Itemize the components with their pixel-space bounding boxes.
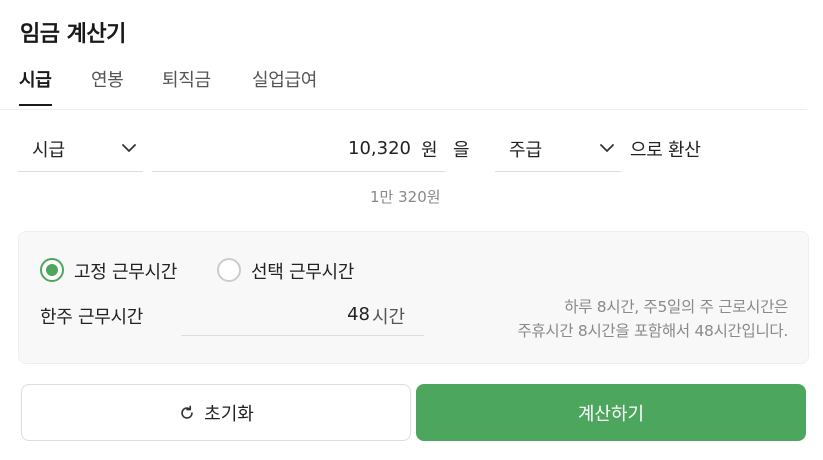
tab-annual-salary[interactable]: 연봉 <box>91 66 124 104</box>
calculate-label: 계산하기 <box>577 403 645 425</box>
fixed-hours-radio[interactable]: 고정 근무시간 <box>40 256 220 284</box>
hours-unit: 시간 <box>372 307 406 328</box>
to-unit-value: 주급 <box>509 140 543 161</box>
chevron-down-icon <box>600 144 614 152</box>
work-hours-panel: 고정 근무시간 선택 근무시간 한주 근무시간 시간 하루 8시간, 주5일의 … <box>18 231 809 364</box>
conversion-row: 시급 원 을 주급 으로 환산 <box>0 124 823 174</box>
radio-label: 고정 근무시간 <box>74 262 177 283</box>
weekly-hours-label: 한주 근무시간 <box>40 307 143 328</box>
tab-hourly[interactable]: 시급 <box>19 66 52 106</box>
refresh-icon <box>181 405 193 419</box>
amount-input[interactable] <box>152 124 445 172</box>
page-title: 임금 계산기 <box>20 22 126 47</box>
radio-checked-icon <box>40 258 64 282</box>
flexible-hours-radio[interactable]: 선택 근무시간 <box>217 256 397 284</box>
from-unit-value: 시급 <box>32 140 66 161</box>
reset-label: 초기화 <box>204 403 254 425</box>
object-particle: 을 <box>453 140 470 161</box>
note-line: 주휴시간 8시간을 포함해서 48시간입니다. <box>517 322 788 340</box>
radio-unchecked-icon <box>217 258 241 282</box>
amount-hint: 1만 320원 <box>370 188 441 206</box>
radio-label: 선택 근무시간 <box>251 262 354 283</box>
chevron-down-icon <box>122 144 136 152</box>
tab-unemployment-benefit[interactable]: 실업급여 <box>252 66 317 104</box>
calculate-button[interactable]: 계산하기 <box>416 384 806 441</box>
hours-note: 하루 8시간, 주5일의 주 근로시간은 주휴시간 8시간을 포함해서 48시간… <box>448 295 788 343</box>
conversion-suffix: 으로 환산 <box>630 140 701 161</box>
tab-bar: 시급 연봉 퇴직금 실업급여 <box>0 62 807 110</box>
currency-unit: 원 <box>421 140 438 161</box>
tab-severance[interactable]: 퇴직금 <box>162 66 211 104</box>
from-unit-select[interactable]: 시급 <box>18 124 143 172</box>
reset-button[interactable]: 초기화 <box>21 384 411 441</box>
note-line: 하루 8시간, 주5일의 주 근로시간은 <box>564 298 788 316</box>
to-unit-select[interactable]: 주급 <box>495 124 621 172</box>
